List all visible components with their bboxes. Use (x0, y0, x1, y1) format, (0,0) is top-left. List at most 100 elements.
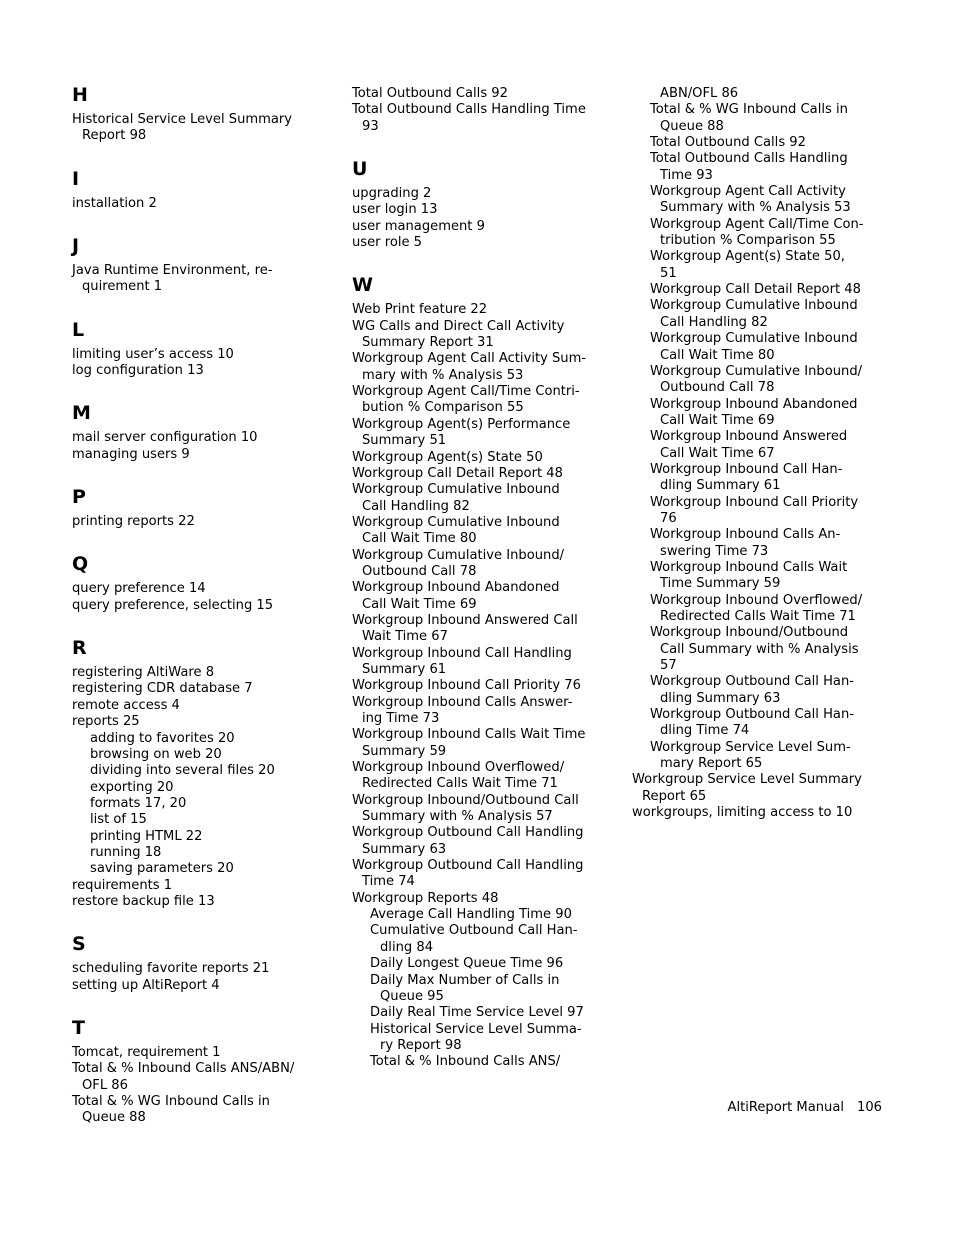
index-entry-continuation: ing Time 73 (362, 711, 440, 726)
index-entry: Tomcat, requirement 1 (72, 1044, 221, 1060)
index-entry-continuation: OFL 86 (82, 1077, 128, 1093)
index-entry: mail server configuration 10 (72, 430, 258, 446)
index-entry: registering AltiWare 8 (72, 665, 215, 681)
index-section-s: Sscheduling favorite reports 21 setting u… (72, 935, 318, 994)
index-entry: Workgroup Call Detail Report 48 (352, 465, 563, 481)
index-subentry: exporting 20 (90, 779, 174, 795)
index-subentry: running 18 (90, 844, 162, 860)
index-entry: restore backup file 13 (72, 893, 215, 909)
index-entry: setting up AltiReport 4 (72, 977, 220, 993)
index-entry-continuation: Call Summary with % Analysis (660, 641, 859, 657)
column-1: H Historical Service Level Summary Report … (72, 86, 318, 1127)
index-subentry: Workgroup Outbound Call Han- (650, 707, 854, 723)
index-subentry: Total & % Inbound Calls ANS/ (370, 1054, 561, 1070)
index-entry-continuation: bution % Comparison 55 (362, 400, 524, 416)
index-entry-continuation: Summary 61 (362, 661, 447, 677)
index-subentry: Workgroup Inbound Calls An- (650, 527, 841, 543)
index-entry: Workgroup Cumulative Inbound (352, 482, 560, 498)
index-subentry: Workgroup Agent Call Activity (650, 184, 846, 200)
index-subentry: Workgroup Inbound/Outbound (650, 625, 849, 641)
index-entry: Workgroup Inbound Answered Call (352, 612, 578, 628)
index-entry: requirements 1 (72, 877, 173, 893)
index-section-u: Uupgrading 2 user login 13 user management… (352, 160, 598, 251)
index-section-j: J Java Runtime Environment, re-quirement … (72, 237, 318, 296)
index-entry-continuation: Time 93 (660, 167, 713, 183)
index-subentry: Daily Max Number of Calls in (370, 972, 560, 988)
section-letter-heading: Q (72, 553, 89, 576)
index-entry-continuation: mary Report 65 (660, 756, 763, 772)
section-letter-heading: L (72, 318, 85, 341)
index-entry: Workgroup Inbound Abandoned (352, 580, 560, 596)
section-letter-heading: R (72, 637, 87, 660)
index-entry-continuation: 51 (660, 265, 677, 281)
index-section-l: Llimiting user’s access 10 log configurat… (72, 318, 318, 380)
index-entry-continuation: dling Time 74 (660, 723, 750, 739)
column-2: Total Outbound Calls 92 Total Outbound Ca… (352, 86, 598, 1071)
index-entry-continuation: Call Wait Time 80 (660, 347, 775, 363)
index-entry: Workgroup Agent Call/Time Contri- (352, 384, 580, 400)
index-entry: Workgroup Inbound Call Priority 76 (352, 678, 581, 694)
index-subentry: Workgroup Agent Call/Time Con- (650, 216, 864, 232)
index-entry-continuation: Call Wait Time 69 (362, 596, 477, 612)
index-entry-continuation: Call Handling 82 (660, 314, 768, 330)
index-entry: Workgroup Cumulative Inbound (352, 514, 560, 530)
index-subentry: Workgroup Inbound Calls Wait (650, 559, 848, 575)
section-letter-heading: J (72, 235, 80, 258)
index-entry-continuation: Wait Time 67 (362, 629, 448, 645)
index-page: H Historical Service Level Summary Report … (0, 0, 954, 1235)
index-subentry: saving parameters 20 (90, 861, 234, 877)
index-entry: Total Outbound Calls Handling Time (352, 102, 586, 118)
section-letter-heading: M (72, 402, 92, 425)
index-entry: Workgroup Service Level Summary (632, 772, 862, 788)
index-subentry: Cumulative Outbound Call Han- (370, 923, 578, 939)
index-entry: user role 5 (352, 235, 423, 251)
index-entry: Workgroup Reports 48 (352, 890, 499, 906)
index-entry: Total & % Inbound Calls ANS/ABN/ (72, 1061, 295, 1077)
index-entry-continuation: Summary 63 (362, 841, 447, 857)
section-letter-heading: S (72, 933, 86, 956)
index-section-q: Qquery preference 14 query preference, se… (72, 555, 318, 614)
index-subentry: Total Outbound Calls 92 (650, 135, 806, 151)
index-section-i: Iinstallation 2 (72, 167, 318, 212)
index-subentry: adding to favorites 20 (90, 730, 235, 746)
index-entry-continuation: Report 65 (642, 788, 707, 804)
index-entry: Historical Service Level Summary (72, 112, 293, 127)
index-subentry: Daily Real Time Service Level 97 (370, 1005, 584, 1021)
section-letter-heading: H (72, 84, 89, 106)
index-entry: remote access 4 (72, 697, 180, 713)
index-entry-continuation: Queue 88 (660, 118, 724, 134)
index-entry-continuation: dling Summary 63 (660, 690, 781, 706)
index-section-w: W Web Print feature 22 WG Calls and Direct… (352, 276, 598, 1070)
page-footer: AltiReport Manual 106 (0, 1100, 882, 1116)
index-entry-continuation: tribution % Comparison 55 (660, 233, 836, 249)
index-subentry: list of 15 (90, 812, 147, 828)
index-section-continued: ABN/OFL 86 Total & % WG Inbound Calls in Q… (632, 86, 878, 821)
index-entry-continuation: Call Handling 82 (362, 498, 470, 514)
section-letter-heading: I (72, 167, 80, 190)
index-entry-continuation: swering Time 73 (660, 543, 769, 559)
column-3: ABN/OFL 86 Total & % WG Inbound Calls in Q… (632, 86, 878, 821)
index-entry-continuation: 57 (660, 658, 677, 674)
index-entry-continuation: Summary with % Analysis 53 (660, 200, 851, 216)
index-subentry: Workgroup Outbound Call Han- (650, 674, 854, 690)
index-entry: Workgroup Inbound Calls Wait Time (352, 727, 586, 743)
index-entry: Workgroup Inbound Overflowed/ (352, 760, 565, 776)
index-entry: managing users 9 (72, 446, 190, 462)
index-entry-continuation: Redirected Calls Wait Time 71 (660, 609, 856, 624)
index-entry: user login 13 (352, 202, 438, 218)
index-subentry: Workgroup Inbound Abandoned (650, 396, 858, 412)
index-entry-continuation: Summary Report 31 (362, 335, 494, 351)
index-entry: scheduling favorite reports 21 (72, 961, 270, 977)
index-subentry: Total & % WG Inbound Calls in (650, 102, 848, 118)
index-entry-continuation: mary with % Analysis 53 (362, 367, 524, 383)
index-entry: Workgroup Cumulative Inbound/ (352, 547, 565, 563)
index-subentry: Average Call Handling Time 90 (370, 907, 572, 923)
section-letter-heading: W (352, 274, 374, 297)
index-entry: upgrading 2 (352, 186, 432, 202)
index-subentry: printing HTML 22 (90, 828, 203, 844)
index-entry-continuation: Summary 51 (362, 433, 447, 449)
index-entry: WG Calls and Direct Call Activity (352, 318, 565, 334)
index-entry: installation 2 (72, 195, 157, 211)
index-entry-continuation: dling 84 (380, 939, 434, 955)
index-entry: workgroups, limiting access to 10 (632, 805, 853, 821)
